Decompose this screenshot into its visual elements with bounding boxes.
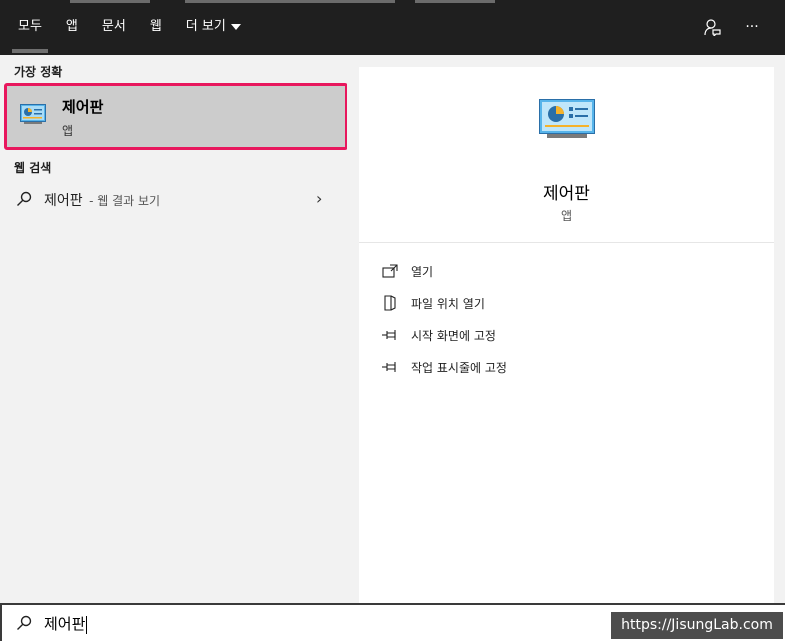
pin-icon [381,359,399,375]
result-name: 제어판 [62,98,104,116]
web-query-suffix: - 웹 결과 보기 [89,194,161,208]
detail-type: 앱 [560,209,573,223]
results-pane: 가장 정확 제어판 앱 웹 검색 제어판 - 웹 결과 보기 › [0,55,348,603]
tab-label: 모두 [18,19,42,34]
web-query-text: 제어판 [44,193,83,209]
more-label: ··· [745,19,759,35]
open-icon [381,263,399,279]
top-stripe [415,0,495,3]
watermark: https://JisungLab.com [611,612,783,639]
detail-card: 제어판 앱 열기 파일 위치 열기 시작 화면에 고정 작업 표시줄에 고정 [359,67,774,603]
divider [359,242,774,243]
top-stripe [70,0,150,3]
search-icon [16,191,32,211]
control-panel-icon [20,104,46,128]
action-label: 파일 위치 열기 [411,296,485,311]
tab-web[interactable]: 웹 [150,17,162,37]
control-panel-icon [539,99,595,143]
action-pin-start[interactable]: 시작 화면에 고정 [381,324,496,346]
top-bar: 모두 앱 문서 웹 더 보기 ··· [0,0,785,55]
tab-label: 문서 [101,19,126,34]
chevron-right-icon[interactable]: › [316,189,322,208]
best-match-result[interactable]: 제어판 앱 [4,83,348,150]
action-label: 시작 화면에 고정 [411,328,496,343]
search-value: 제어판 [44,615,86,633]
detail-pane: 제어판 앱 열기 파일 위치 열기 시작 화면에 고정 작업 표시줄에 고정 [347,55,785,603]
web-search-result[interactable]: 제어판 - 웹 결과 보기 › [0,185,347,215]
tab-label: 더 보기 [185,19,226,34]
action-open[interactable]: 열기 [381,260,433,282]
more-icon[interactable]: ··· [741,16,763,38]
action-open-file-location[interactable]: 파일 위치 열기 [381,292,485,314]
action-pin-taskbar[interactable]: 작업 표시줄에 고정 [381,356,507,378]
action-label: 작업 표시줄에 고정 [411,360,507,375]
tab-documents[interactable]: 문서 [102,17,126,37]
tab-label: 앱 [65,19,78,34]
file-location-icon [381,295,399,311]
feedback-icon[interactable] [701,16,723,38]
web-search-heading: 웹 검색 [14,161,52,175]
detail-title: 제어판 [543,184,590,204]
tab-label: 웹 [149,19,162,34]
pin-icon [381,327,399,343]
top-stripe [185,0,395,3]
text-cursor [86,615,88,634]
tab-apps[interactable]: 앱 [66,17,78,37]
caret-down-icon [230,23,241,30]
filter-tabs: 모두 앱 문서 웹 더 보기 [12,17,265,53]
search-input[interactable]: 제어판 [44,613,88,634]
top-actions: ··· [683,16,763,38]
tab-more[interactable]: 더 보기 [186,17,241,37]
web-query: 제어판 - 웹 결과 보기 [44,190,160,210]
action-label: 열기 [411,264,434,279]
best-match-heading: 가장 정확 [14,65,63,79]
tab-all[interactable]: 모두 [12,17,48,53]
search-icon [16,615,32,635]
result-type: 앱 [62,124,74,138]
